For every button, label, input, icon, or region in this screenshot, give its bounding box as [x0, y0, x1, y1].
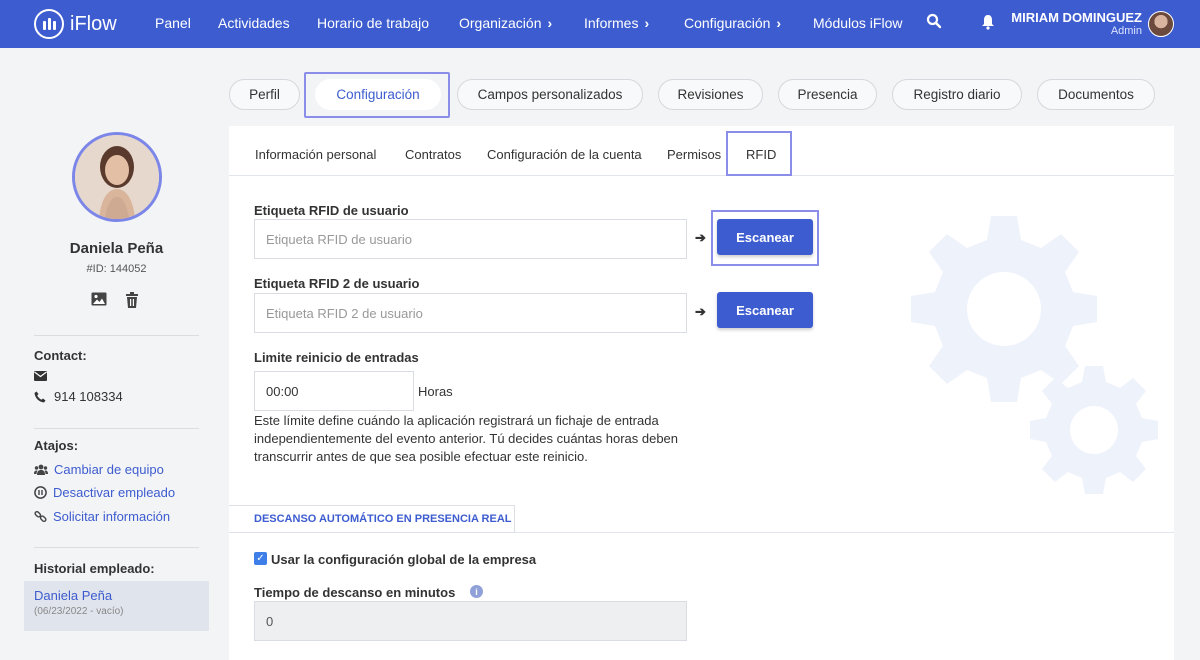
- history-date: (06/23/2022 - vacío): [34, 606, 124, 617]
- phone-icon: [34, 391, 46, 402]
- break-label: Tiempo de descanso en minutos: [254, 585, 456, 600]
- nav-item-modulos[interactable]: Módulos iFlow: [813, 15, 902, 31]
- contact-heading: Contact:: [34, 348, 87, 363]
- content-card: Información personal Contratos Configura…: [229, 126, 1174, 660]
- subtab-permisos[interactable]: Permisos: [667, 147, 721, 162]
- employee-id: #ID: 144052: [86, 263, 147, 275]
- employee-name: Daniela Peña: [69, 240, 164, 257]
- shortcut-change-team[interactable]: Cambiar de equipo: [34, 462, 164, 477]
- user-name[interactable]: MIRIAM DOMINGUEZ: [1011, 10, 1142, 25]
- tab-highlight: [304, 72, 450, 118]
- image-icon[interactable]: [91, 292, 107, 306]
- employee-avatar: [72, 132, 162, 222]
- limit-unit: Horas: [418, 384, 453, 399]
- arrow-right-icon: ➔: [695, 230, 706, 245]
- rfid2-label: Etiqueta RFID 2 de usuario: [254, 276, 420, 291]
- divider: [34, 335, 199, 336]
- shortcut-request-info[interactable]: Solicitar información: [34, 509, 170, 524]
- divider: [34, 428, 199, 429]
- nav-item-horario[interactable]: Horario de trabajo: [317, 15, 429, 31]
- nav-item-actividades[interactable]: Actividades: [218, 15, 290, 31]
- nav-item-panel[interactable]: Panel: [155, 15, 191, 31]
- phone-line: 914 108334: [34, 389, 123, 404]
- chevron-right-icon: ›: [644, 15, 650, 31]
- nav-item-configuracion[interactable]: Configuración ›: [684, 15, 781, 31]
- logo-text: iFlow: [70, 12, 117, 35]
- tab-registro-diario[interactable]: Registro diario: [892, 79, 1022, 110]
- subtab-bar: Información personal Contratos Configura…: [229, 126, 1174, 176]
- shortcuts-heading: Atajos:: [34, 438, 79, 453]
- break-input: 0: [254, 601, 687, 641]
- user-role: Admin: [1110, 25, 1142, 37]
- info-icon[interactable]: i: [470, 585, 483, 598]
- rfid1-label: Etiqueta RFID de usuario: [254, 203, 409, 218]
- arrow-right-icon: ➔: [695, 304, 706, 319]
- link-icon: [34, 510, 47, 523]
- scan-button-highlight: [711, 210, 819, 266]
- history-name: Daniela Peña: [34, 588, 113, 603]
- divider: [34, 547, 199, 548]
- top-navbar: iFlow Panel Actividades Horario de traba…: [0, 0, 1200, 48]
- rfid1-input[interactable]: Etiqueta RFID de usuario: [254, 219, 687, 259]
- subtab-contratos[interactable]: Contratos: [405, 147, 461, 162]
- limit-label: Limite reinicio de entradas: [254, 350, 419, 365]
- employee-sidebar: Daniela Peña #ID: 144052 Contact: 914 10…: [24, 48, 209, 660]
- user-avatar[interactable]: [1148, 11, 1174, 37]
- limit-input[interactable]: 00:00: [254, 371, 414, 411]
- chevron-right-icon: ›: [547, 15, 553, 31]
- pause-icon: [34, 486, 47, 499]
- tab-perfil[interactable]: Perfil: [229, 79, 300, 110]
- tab-documentos[interactable]: Documentos: [1037, 79, 1155, 110]
- section-title: DESCANSO AUTOMÁTICO EN PRESENCIA REAL: [229, 505, 515, 533]
- users-icon: [34, 464, 48, 475]
- subtab-highlight: [726, 131, 792, 176]
- tab-revisiones[interactable]: Revisiones: [658, 79, 763, 110]
- use-global-label[interactable]: Usar la configuración global de la empre…: [271, 552, 536, 567]
- nav-item-organizacion[interactable]: Organización ›: [459, 15, 552, 31]
- divider: [515, 532, 1174, 533]
- scan-button-2[interactable]: Escanear: [717, 292, 813, 328]
- email-line: [34, 371, 47, 381]
- nav-item-informes[interactable]: Informes ›: [584, 15, 649, 31]
- tab-campos-personalizados[interactable]: Campos personalizados: [457, 79, 643, 110]
- gears-icon: [911, 216, 1158, 494]
- logo-icon: [34, 9, 64, 39]
- envelope-icon: [34, 371, 47, 381]
- use-global-checkbox[interactable]: ✓: [254, 552, 267, 565]
- shortcut-deactivate[interactable]: Desactivar empleado: [34, 485, 175, 500]
- trash-icon[interactable]: [125, 292, 139, 308]
- chevron-right-icon: ›: [776, 15, 782, 31]
- search-icon[interactable]: [926, 13, 942, 29]
- subtab-informacion-personal[interactable]: Información personal: [255, 147, 376, 162]
- limit-help: Este límite define cuándo la aplicación …: [254, 413, 679, 464]
- history-entry[interactable]: Daniela Peña (06/23/2022 - vacío): [24, 581, 209, 631]
- history-heading: Historial empleado:: [34, 561, 155, 576]
- bell-icon[interactable]: [981, 14, 995, 30]
- tab-presencia[interactable]: Presencia: [778, 79, 877, 110]
- rfid2-input[interactable]: Etiqueta RFID 2 de usuario: [254, 293, 687, 333]
- logo[interactable]: iFlow: [34, 9, 117, 39]
- subtab-configuracion-cuenta[interactable]: Configuración de la cuenta: [487, 147, 642, 162]
- phone-number: 914 108334: [54, 389, 123, 404]
